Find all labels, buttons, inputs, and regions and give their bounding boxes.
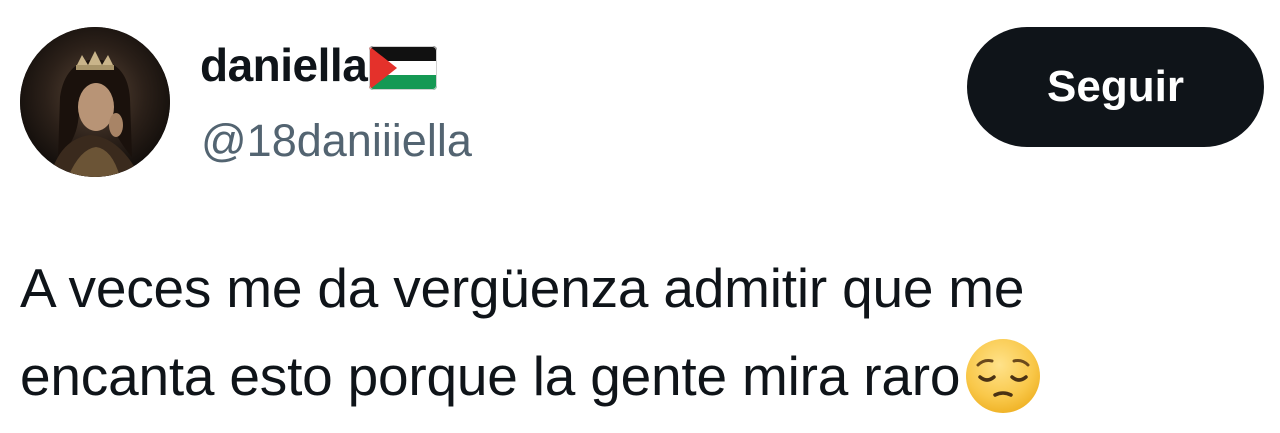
tweet-text-line-2: encanta esto porque la gente mira raro [20, 332, 1270, 420]
follow-button[interactable]: Seguir [967, 27, 1264, 147]
tweet-text-line-2-text: encanta esto porque la gente mira raro [20, 345, 961, 407]
avatar-photo-icon [20, 27, 170, 177]
pensive-face-icon [964, 337, 1042, 415]
tweet-text: A veces me da vergüenza admitir que me e… [20, 244, 1270, 420]
tweet-card: daniella @18daniiiella Seguir A veces me… [0, 0, 1280, 433]
palestine-flag-icon [369, 46, 438, 90]
tweet-text-line-1: A veces me da vergüenza admitir que me [20, 257, 1025, 319]
user-handle[interactable]: @18daniiiella [201, 113, 472, 169]
display-name[interactable]: daniella [200, 36, 368, 94]
avatar[interactable] [20, 27, 170, 177]
name-row: daniella [200, 36, 438, 94]
